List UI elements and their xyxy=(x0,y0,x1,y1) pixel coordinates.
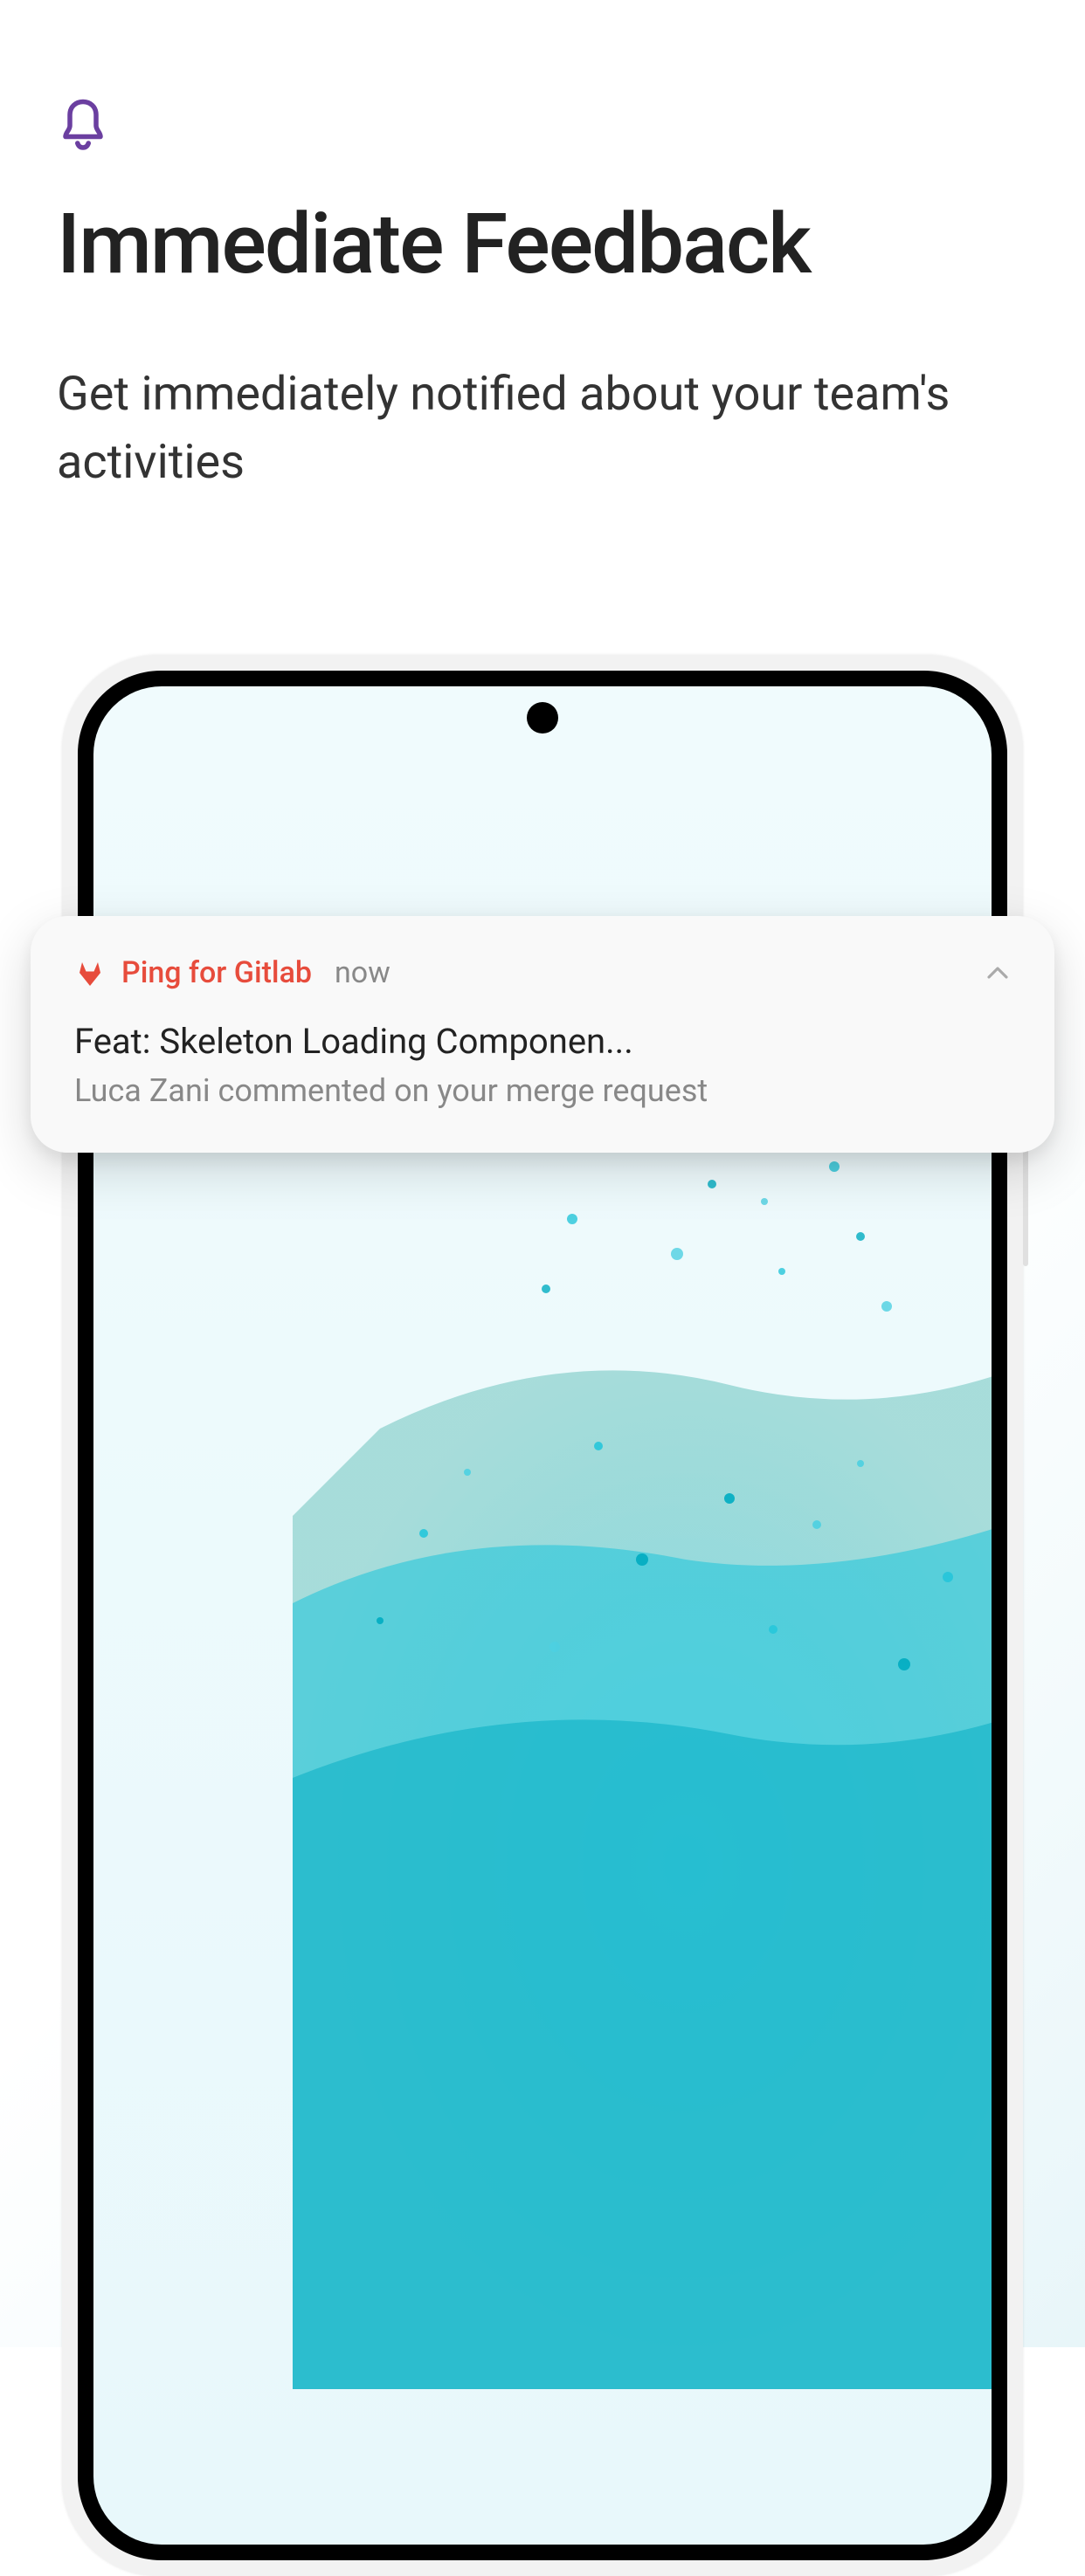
notification-header: Ping for Gitlab now xyxy=(74,955,1011,990)
bell-icon xyxy=(57,96,1028,203)
notification-timestamp: now xyxy=(335,955,390,990)
notification-body: Luca Zani commented on your merge reques… xyxy=(74,1072,1011,1109)
chevron-up-icon[interactable] xyxy=(985,964,1011,981)
notification-app-name: Ping for Gitlab xyxy=(121,955,312,990)
page-title: Immediate Feedback xyxy=(57,203,1028,286)
notification-title: Feat: Skeleton Loading Componen... xyxy=(74,1021,1011,1062)
page-subtitle: Get immediately notified about your team… xyxy=(57,361,1028,498)
phone-camera xyxy=(527,702,558,734)
notification-card[interactable]: Ping for Gitlab now Feat: Skeleton Loadi… xyxy=(31,916,1054,1153)
gitlab-icon xyxy=(74,957,106,988)
